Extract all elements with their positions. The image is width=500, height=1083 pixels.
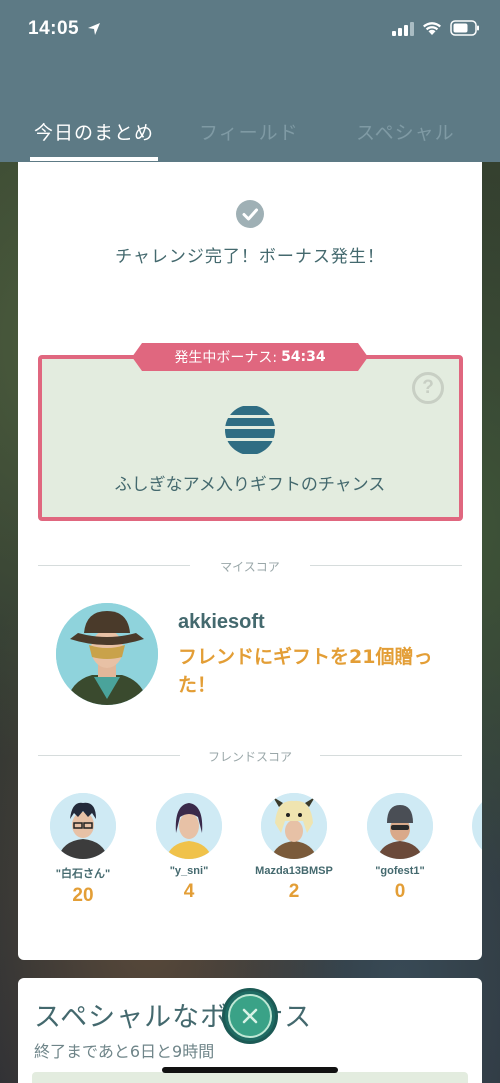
help-icon[interactable]: ? bbox=[412, 372, 444, 404]
challenge-complete-text: チャレンジ完了！ボーナス発生！ bbox=[115, 247, 385, 267]
bonus-timer: 54:34 bbox=[281, 349, 326, 365]
friend-score-heading: フレンドスコア bbox=[207, 750, 292, 764]
avatar[interactable] bbox=[56, 603, 158, 705]
friend-name: "gofest1" bbox=[375, 865, 425, 877]
signal-icon bbox=[392, 22, 414, 36]
header: 14:05 今日のまとめ フィールド スペシャル bbox=[0, 0, 500, 162]
special-bonus-bar bbox=[32, 1072, 468, 1083]
home-indicator[interactable] bbox=[162, 1067, 338, 1073]
location-arrow-icon bbox=[88, 23, 100, 35]
avatar bbox=[261, 793, 327, 859]
friend-item[interactable]: "gofest1" 0 bbox=[345, 793, 455, 903]
wifi-icon bbox=[423, 22, 441, 35]
my-username: akkiesoft bbox=[178, 611, 265, 633]
friend-item[interactable]: "y_sni" 4 bbox=[134, 793, 244, 903]
tab-special[interactable]: スペシャル bbox=[356, 118, 455, 145]
tab-today-summary[interactable]: 今日のまとめ bbox=[34, 118, 154, 145]
active-bonus-ribbon: 発生中ボーナス: 54:34 bbox=[132, 343, 368, 371]
active-tab-indicator bbox=[30, 157, 158, 161]
avatar bbox=[367, 793, 433, 859]
status-time: 14:05 bbox=[28, 18, 80, 39]
check-icon bbox=[236, 200, 264, 228]
friend-avatar-partial bbox=[472, 793, 482, 859]
friend-name: "y_sni" bbox=[169, 865, 209, 877]
avatar bbox=[156, 793, 222, 859]
close-button[interactable] bbox=[222, 988, 278, 1044]
bonus-ribbon-label: 発生中ボーナス: bbox=[174, 350, 278, 366]
friend-score: 0 bbox=[394, 881, 406, 902]
avatar bbox=[50, 793, 116, 859]
friend-item[interactable]: "白石さん" 20 bbox=[28, 793, 138, 907]
bonus-description: ふしぎなアメ入りギフトのチャンス bbox=[114, 475, 386, 495]
friend-score: 20 bbox=[72, 885, 94, 906]
special-bonus-remaining: 終了まであと6日と9時間 bbox=[34, 1042, 215, 1061]
friend-name: Mazda13BMSP bbox=[255, 865, 333, 877]
friend-item[interactable]: Mazda13BMSP 2 bbox=[239, 793, 349, 903]
friend-score: 2 bbox=[288, 881, 300, 902]
divider bbox=[310, 565, 462, 566]
battery-icon bbox=[450, 20, 479, 36]
close-icon bbox=[228, 994, 272, 1038]
friend-score: 4 bbox=[183, 881, 195, 902]
my-score-heading: マイスコア bbox=[220, 560, 280, 574]
tab-field[interactable]: フィールド bbox=[199, 118, 299, 145]
divider bbox=[320, 755, 462, 756]
rare-candy-icon bbox=[225, 405, 275, 455]
friend-name: "白石さん" bbox=[55, 868, 111, 880]
my-score-text: フレンドにギフトを21個贈った！ bbox=[178, 646, 433, 696]
